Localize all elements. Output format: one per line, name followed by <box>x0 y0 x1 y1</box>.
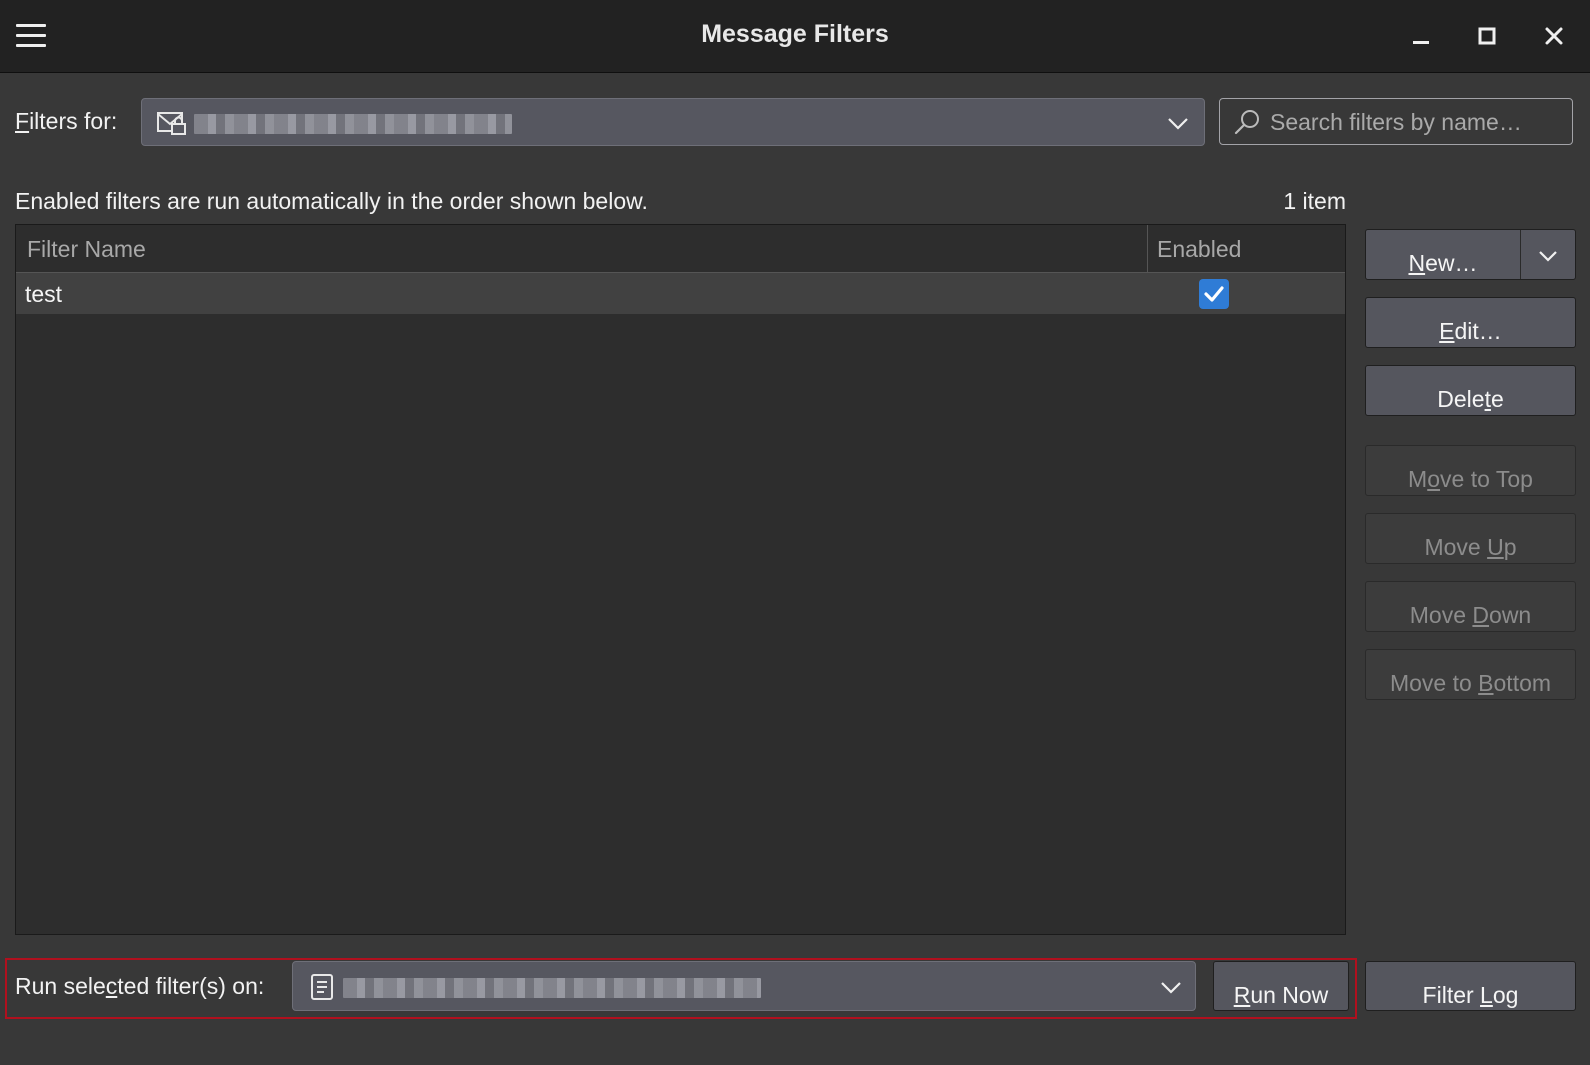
new-dropdown-button[interactable] <box>1521 230 1575 279</box>
column-divider[interactable] <box>1147 225 1148 272</box>
delete-button[interactable]: Delete <box>1365 365 1576 416</box>
minimize-icon[interactable] <box>1404 20 1438 54</box>
chevron-down-icon <box>1166 111 1190 140</box>
filters-description: Enabled filters are run automatically in… <box>15 188 648 214</box>
run-selected-label: Run selected filter(s) on: <box>15 973 265 999</box>
edit-button[interactable]: Edit… <box>1365 297 1576 348</box>
filter-count: 1 item <box>1283 188 1346 214</box>
move-down-button[interactable]: Move Down <box>1365 581 1576 632</box>
search-placeholder: Search filters by name… <box>1270 109 1522 135</box>
run-now-button[interactable]: Run Now <box>1213 961 1349 1011</box>
filter-list[interactable]: Filter Name Enabled test <box>15 224 1346 935</box>
filters-for-label: Filters for: <box>15 108 118 134</box>
move-to-top-button[interactable]: Move to Top <box>1365 445 1576 496</box>
mail-account-lock-icon <box>156 109 188 142</box>
account-name-redacted <box>194 114 512 134</box>
title-bar: Message Filters <box>0 0 1590 73</box>
folder-icon <box>309 973 335 1006</box>
new-button-group: New… <box>1365 229 1576 280</box>
window-title: Message Filters <box>701 20 889 48</box>
chevron-down-icon <box>1539 251 1557 262</box>
table-row[interactable]: test <box>16 273 1345 314</box>
list-header: Filter Name Enabled <box>16 225 1345 273</box>
maximize-icon[interactable] <box>1470 20 1504 54</box>
checkmark-icon <box>1204 286 1224 302</box>
search-filters-input[interactable]: Search filters by name… <box>1219 98 1573 145</box>
search-icon <box>1232 108 1262 143</box>
new-button[interactable]: New… <box>1366 230 1520 279</box>
account-select[interactable] <box>141 98 1205 146</box>
chevron-down-icon <box>1159 975 1183 1004</box>
folder-name-redacted <box>343 978 761 998</box>
close-icon[interactable] <box>1537 20 1571 54</box>
filter-log-button[interactable]: Filter Log <box>1365 961 1576 1011</box>
run-folder-select[interactable] <box>292 961 1196 1011</box>
move-up-button[interactable]: Move Up <box>1365 513 1576 564</box>
move-to-bottom-button[interactable]: Move to Bottom <box>1365 649 1576 700</box>
enabled-checkbox[interactable] <box>1199 279 1229 309</box>
filter-name-cell: test <box>25 281 63 307</box>
column-header-filter-name[interactable]: Filter Name <box>27 236 146 263</box>
column-header-enabled[interactable]: Enabled <box>1157 236 1241 263</box>
